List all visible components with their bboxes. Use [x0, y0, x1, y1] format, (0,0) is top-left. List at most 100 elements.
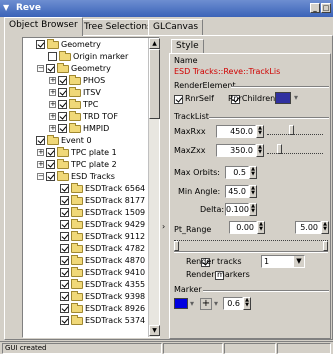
max-orbits-spinner[interactable]: ▲ ▼: [249, 166, 257, 179]
tree-item-checkbox[interactable]: [58, 88, 67, 97]
pt-range-slider[interactable]: [174, 240, 328, 248]
max-orbits-input[interactable]: 0.5: [225, 166, 249, 179]
rnr-self-checkbox[interactable]: [174, 95, 183, 104]
tree-item[interactable]: ESDTrack 4782: [49, 242, 145, 256]
scroll-down-button[interactable]: ▼: [149, 325, 160, 336]
marker-color-button[interactable]: [174, 298, 188, 309]
render-tracks-select[interactable]: 1 ▼: [261, 255, 305, 268]
tree-item[interactable]: ESDTrack 8926: [49, 302, 145, 316]
expand-icon[interactable]: +: [49, 77, 56, 84]
tree-item-checkbox[interactable]: [46, 160, 55, 169]
expand-icon[interactable]: +: [37, 161, 44, 168]
tree-item-checkbox[interactable]: [60, 280, 69, 289]
tree-item-checkbox[interactable]: [60, 304, 69, 313]
tree-item[interactable]: + TPC plate 1: [37, 146, 117, 160]
tree-item-checkbox[interactable]: [60, 220, 69, 229]
tree-item-checkbox[interactable]: [60, 316, 69, 325]
max-rxx-input[interactable]: 450.0: [216, 125, 256, 138]
color-dropdown-icon[interactable]: ▾: [190, 299, 194, 308]
tree-item-checkbox[interactable]: [60, 256, 69, 265]
tree-item[interactable]: + HMPID: [49, 122, 109, 136]
tree-item[interactable]: + PHOS: [49, 74, 105, 88]
expand-icon[interactable]: +: [37, 149, 44, 156]
tab-glcanvas[interactable]: GLCanvas: [148, 19, 204, 35]
tree-item[interactable]: ESDTrack 1509: [49, 206, 145, 220]
pt-range-thumb-min[interactable]: [174, 241, 179, 251]
tree-item-checkbox[interactable]: [60, 208, 69, 217]
delta-spinner[interactable]: ▲ ▼: [249, 203, 257, 216]
tree-item[interactable]: ESDTrack 9112: [49, 230, 145, 244]
delta-input[interactable]: 0.100: [225, 203, 249, 216]
tree-item[interactable]: ESDTrack 9398: [49, 290, 145, 304]
max-rxx-spinner[interactable]: ▲ ▼: [256, 125, 264, 138]
max-zxx-input[interactable]: 350.0: [216, 144, 256, 157]
pt-min-spinner[interactable]: ▲ ▼: [257, 221, 265, 234]
tree-item[interactable]: ESDTrack 9410: [49, 266, 145, 280]
tree-item-checkbox[interactable]: [46, 172, 55, 181]
max-rxx-slider[interactable]: [267, 127, 323, 135]
pt-min-input[interactable]: 0.00: [229, 221, 257, 234]
tab-object-browser[interactable]: Object Browser: [4, 17, 83, 36]
tree-item[interactable]: ESDTrack 8177: [49, 194, 145, 208]
color-dropdown-icon[interactable]: ▾: [294, 93, 298, 102]
status-bar: GUI created: [0, 341, 333, 354]
style-dropdown-icon[interactable]: ▾: [214, 299, 218, 308]
tree-item-checkbox[interactable]: [36, 40, 45, 49]
marker-size-input[interactable]: 0.6: [223, 297, 243, 310]
tree-item-checkbox[interactable]: [58, 124, 67, 133]
tree-item[interactable]: ESDTrack 4870: [49, 254, 145, 268]
expand-icon[interactable]: +: [49, 89, 56, 96]
tree-item[interactable]: ESDTrack 9429: [49, 218, 145, 232]
expand-icon[interactable]: +: [49, 113, 56, 120]
minimize-button[interactable]: _: [310, 3, 320, 13]
folder-icon: [57, 158, 69, 169]
max-zxx-spinner[interactable]: ▲ ▼: [256, 144, 264, 157]
expand-icon[interactable]: +: [49, 101, 56, 108]
object-tree[interactable]: Geometry Origin marker − Geometry + PHOS + ITSV…: [22, 37, 160, 338]
folder-icon: [71, 218, 83, 229]
tree-item-checkbox[interactable]: [48, 52, 57, 61]
tree-scrollbar[interactable]: ▲ ▼: [148, 38, 160, 337]
tree-item[interactable]: + TPC plate 2: [37, 158, 117, 172]
tree-item-checkbox[interactable]: [46, 64, 55, 73]
pt-range-thumb-max[interactable]: [323, 241, 328, 251]
tree-item-checkbox[interactable]: [46, 148, 55, 157]
tree-item-checkbox[interactable]: [60, 184, 69, 193]
tab-tree-selections[interactable]: Tree Selections: [79, 19, 157, 35]
expand-icon[interactable]: +: [49, 125, 56, 132]
maximize-button[interactable]: □: [321, 3, 331, 13]
tree-item-checkbox[interactable]: [60, 292, 69, 301]
max-rxx-slider-thumb[interactable]: [289, 125, 294, 135]
pt-max-input[interactable]: 5.00: [295, 221, 321, 234]
tree-item[interactable]: Origin marker: [37, 50, 128, 64]
tree-item-checkbox[interactable]: [60, 244, 69, 253]
tree-item[interactable]: + TRD TOF: [49, 110, 118, 124]
tree-item-checkbox[interactable]: [58, 112, 67, 121]
collapse-icon[interactable]: −: [37, 65, 44, 72]
min-angle-spinner[interactable]: ▲ ▼: [249, 185, 257, 198]
tree-item-checkbox[interactable]: [58, 100, 67, 109]
pt-max-spinner[interactable]: ▲ ▼: [321, 221, 329, 234]
max-zxx-slider[interactable]: [267, 146, 323, 154]
delta-label: Delta:: [200, 205, 225, 214]
window-menu-icon[interactable]: ▼: [3, 3, 9, 12]
tree-item-checkbox[interactable]: [60, 232, 69, 241]
min-angle-input[interactable]: 45.0: [225, 185, 249, 198]
marker-style-button[interactable]: +: [200, 298, 212, 310]
marker-size-spinner[interactable]: ▲ ▼: [243, 297, 251, 310]
chevron-down-icon[interactable]: ▼: [294, 256, 304, 267]
scroll-thumb[interactable]: [149, 49, 160, 119]
color-swatch[interactable]: [275, 92, 291, 104]
tree-item-checkbox[interactable]: [60, 268, 69, 277]
tree-item[interactable]: ESDTrack 6564: [49, 182, 145, 196]
tree-item-checkbox[interactable]: [58, 76, 67, 85]
collapse-icon[interactable]: −: [37, 173, 44, 180]
tree-item-checkbox[interactable]: [60, 196, 69, 205]
tree-item-checkbox[interactable]: [36, 136, 45, 145]
title-bar[interactable]: ▼ Reve _ □: [0, 0, 333, 17]
scroll-up-button[interactable]: ▲: [149, 38, 160, 49]
tree-item[interactable]: ESDTrack 5374: [49, 314, 145, 328]
tree-item[interactable]: ESDTrack 4355: [49, 278, 145, 292]
max-zxx-slider-thumb[interactable]: [277, 144, 282, 154]
tab-style[interactable]: Style: [171, 39, 204, 53]
